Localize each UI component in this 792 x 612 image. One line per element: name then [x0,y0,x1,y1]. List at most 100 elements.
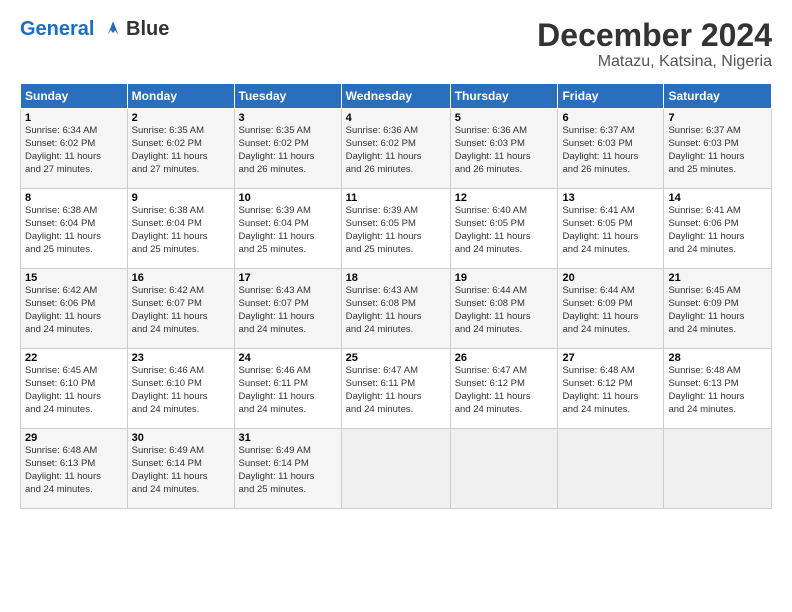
calendar-table: SundayMondayTuesdayWednesdayThursdayFrid… [20,83,772,509]
day-info: Sunrise: 6:42 AMSunset: 6:06 PMDaylight:… [25,285,123,336]
day-number: 30 [132,432,230,444]
calendar-cell: 5Sunrise: 6:36 AMSunset: 6:03 PMDaylight… [450,109,558,189]
day-number: 21 [668,272,767,284]
col-header-saturday: Saturday [664,84,772,109]
day-number: 10 [239,192,337,204]
calendar-week-5: 29Sunrise: 6:48 AMSunset: 6:13 PMDayligh… [21,429,772,509]
title-block: December 2024 Matazu, Katsina, Nigeria [537,18,772,71]
calendar-cell: 20Sunrise: 6:44 AMSunset: 6:09 PMDayligh… [558,269,664,349]
calendar-cell: 16Sunrise: 6:42 AMSunset: 6:07 PMDayligh… [127,269,234,349]
day-number: 24 [239,352,337,364]
day-number: 6 [562,112,659,124]
day-number: 11 [346,192,446,204]
day-info: Sunrise: 6:48 AMSunset: 6:13 PMDaylight:… [25,445,123,496]
day-info: Sunrise: 6:38 AMSunset: 6:04 PMDaylight:… [132,205,230,256]
day-number: 17 [239,272,337,284]
day-info: Sunrise: 6:48 AMSunset: 6:13 PMDaylight:… [668,365,767,416]
day-number: 27 [562,352,659,364]
day-info: Sunrise: 6:34 AMSunset: 6:02 PMDaylight:… [25,125,123,176]
calendar-cell: 24Sunrise: 6:46 AMSunset: 6:11 PMDayligh… [234,349,341,429]
calendar-cell: 31Sunrise: 6:49 AMSunset: 6:14 PMDayligh… [234,429,341,509]
day-number: 13 [562,192,659,204]
calendar-cell: 1Sunrise: 6:34 AMSunset: 6:02 PMDaylight… [21,109,128,189]
day-info: Sunrise: 6:48 AMSunset: 6:12 PMDaylight:… [562,365,659,416]
day-info: Sunrise: 6:49 AMSunset: 6:14 PMDaylight:… [239,445,337,496]
calendar-cell: 27Sunrise: 6:48 AMSunset: 6:12 PMDayligh… [558,349,664,429]
calendar-cell: 30Sunrise: 6:49 AMSunset: 6:14 PMDayligh… [127,429,234,509]
day-number: 22 [25,352,123,364]
col-header-tuesday: Tuesday [234,84,341,109]
day-number: 20 [562,272,659,284]
day-info: Sunrise: 6:35 AMSunset: 6:02 PMDaylight:… [132,125,230,176]
day-info: Sunrise: 6:40 AMSunset: 6:05 PMDaylight:… [455,205,554,256]
calendar-cell: 26Sunrise: 6:47 AMSunset: 6:12 PMDayligh… [450,349,558,429]
logo-general: General [20,18,94,40]
logo-blue: Blue [126,18,169,40]
day-info: Sunrise: 6:41 AMSunset: 6:06 PMDaylight:… [668,205,767,256]
day-number: 15 [25,272,123,284]
col-header-monday: Monday [127,84,234,109]
day-number: 9 [132,192,230,204]
day-number: 23 [132,352,230,364]
calendar-cell: 9Sunrise: 6:38 AMSunset: 6:04 PMDaylight… [127,189,234,269]
day-number: 3 [239,112,337,124]
calendar-cell: 13Sunrise: 6:41 AMSunset: 6:05 PMDayligh… [558,189,664,269]
col-header-wednesday: Wednesday [341,84,450,109]
day-number: 1 [25,112,123,124]
day-info: Sunrise: 6:35 AMSunset: 6:02 PMDaylight:… [239,125,337,176]
calendar-week-2: 8Sunrise: 6:38 AMSunset: 6:04 PMDaylight… [21,189,772,269]
day-info: Sunrise: 6:46 AMSunset: 6:11 PMDaylight:… [239,365,337,416]
calendar-cell: 17Sunrise: 6:43 AMSunset: 6:07 PMDayligh… [234,269,341,349]
calendar-cell [664,429,772,509]
day-number: 18 [346,272,446,284]
calendar-cell: 14Sunrise: 6:41 AMSunset: 6:06 PMDayligh… [664,189,772,269]
calendar-cell: 10Sunrise: 6:39 AMSunset: 6:04 PMDayligh… [234,189,341,269]
calendar-cell: 3Sunrise: 6:35 AMSunset: 6:02 PMDaylight… [234,109,341,189]
day-number: 29 [25,432,123,444]
day-info: Sunrise: 6:39 AMSunset: 6:05 PMDaylight:… [346,205,446,256]
day-info: Sunrise: 6:36 AMSunset: 6:02 PMDaylight:… [346,125,446,176]
day-info: Sunrise: 6:45 AMSunset: 6:10 PMDaylight:… [25,365,123,416]
calendar-week-4: 22Sunrise: 6:45 AMSunset: 6:10 PMDayligh… [21,349,772,429]
logo: General Blue [20,18,169,40]
day-number: 16 [132,272,230,284]
calendar-cell: 12Sunrise: 6:40 AMSunset: 6:05 PMDayligh… [450,189,558,269]
calendar-cell: 23Sunrise: 6:46 AMSunset: 6:10 PMDayligh… [127,349,234,429]
calendar-cell: 4Sunrise: 6:36 AMSunset: 6:02 PMDaylight… [341,109,450,189]
day-info: Sunrise: 6:47 AMSunset: 6:11 PMDaylight:… [346,365,446,416]
day-info: Sunrise: 6:47 AMSunset: 6:12 PMDaylight:… [455,365,554,416]
calendar-cell [341,429,450,509]
calendar-cell: 15Sunrise: 6:42 AMSunset: 6:06 PMDayligh… [21,269,128,349]
day-number: 28 [668,352,767,364]
logo-icon [102,17,124,39]
calendar-title: December 2024 [537,18,772,53]
day-number: 31 [239,432,337,444]
calendar-cell: 7Sunrise: 6:37 AMSunset: 6:03 PMDaylight… [664,109,772,189]
calendar-cell: 22Sunrise: 6:45 AMSunset: 6:10 PMDayligh… [21,349,128,429]
day-number: 8 [25,192,123,204]
day-info: Sunrise: 6:42 AMSunset: 6:07 PMDaylight:… [132,285,230,336]
day-number: 4 [346,112,446,124]
calendar-week-1: 1Sunrise: 6:34 AMSunset: 6:02 PMDaylight… [21,109,772,189]
day-info: Sunrise: 6:37 AMSunset: 6:03 PMDaylight:… [562,125,659,176]
day-number: 25 [346,352,446,364]
calendar-cell: 2Sunrise: 6:35 AMSunset: 6:02 PMDaylight… [127,109,234,189]
day-info: Sunrise: 6:39 AMSunset: 6:04 PMDaylight:… [239,205,337,256]
day-info: Sunrise: 6:38 AMSunset: 6:04 PMDaylight:… [25,205,123,256]
day-number: 2 [132,112,230,124]
calendar-cell: 19Sunrise: 6:44 AMSunset: 6:08 PMDayligh… [450,269,558,349]
day-number: 26 [455,352,554,364]
calendar-cell: 6Sunrise: 6:37 AMSunset: 6:03 PMDaylight… [558,109,664,189]
day-number: 14 [668,192,767,204]
header: General Blue December 2024 Matazu, Katsi… [20,18,772,71]
main-container: General Blue December 2024 Matazu, Katsi… [0,0,792,612]
day-info: Sunrise: 6:44 AMSunset: 6:08 PMDaylight:… [455,285,554,336]
day-info: Sunrise: 6:43 AMSunset: 6:07 PMDaylight:… [239,285,337,336]
day-info: Sunrise: 6:36 AMSunset: 6:03 PMDaylight:… [455,125,554,176]
day-info: Sunrise: 6:45 AMSunset: 6:09 PMDaylight:… [668,285,767,336]
calendar-cell: 18Sunrise: 6:43 AMSunset: 6:08 PMDayligh… [341,269,450,349]
col-header-friday: Friday [558,84,664,109]
day-info: Sunrise: 6:37 AMSunset: 6:03 PMDaylight:… [668,125,767,176]
calendar-cell: 28Sunrise: 6:48 AMSunset: 6:13 PMDayligh… [664,349,772,429]
day-info: Sunrise: 6:44 AMSunset: 6:09 PMDaylight:… [562,285,659,336]
